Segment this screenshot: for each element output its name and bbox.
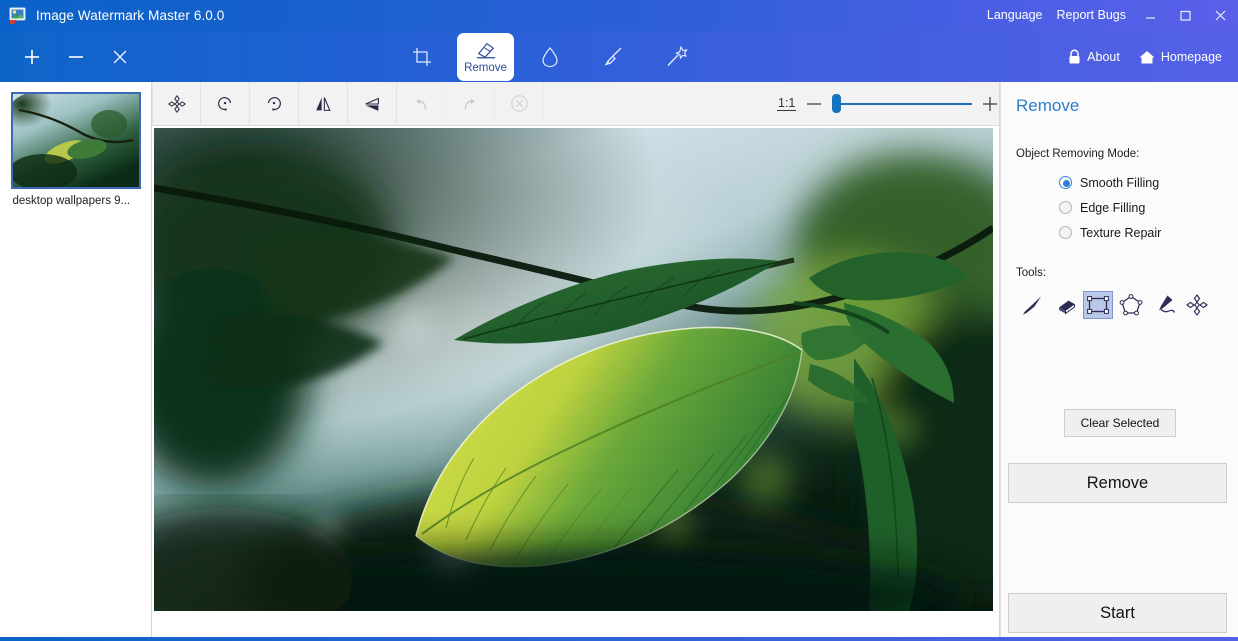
lock-icon (1069, 49, 1080, 63)
start-button[interactable]: Start (1008, 593, 1227, 633)
close-button[interactable] (1203, 0, 1238, 31)
app-photo-icon (9, 7, 27, 24)
main-body: desktop wallpapers 9... 1:1 Remove Objec… (0, 82, 1238, 637)
zoom-slider-handle[interactable] (832, 94, 842, 113)
main-toolbar: Remove About Homepage (0, 31, 1238, 82)
radio-texture-repair[interactable]: Texture Repair (1059, 220, 1224, 245)
clear-files-button[interactable] (109, 46, 131, 68)
tab-magic[interactable] (644, 31, 707, 82)
file-list-panel: desktop wallpapers 9... (0, 82, 152, 637)
rotate-left-button[interactable] (201, 82, 250, 125)
tab-remove-label: Remove (464, 61, 507, 74)
radio-indicator[interactable] (1059, 201, 1072, 214)
home-icon (1139, 50, 1155, 63)
flip-vertical-button[interactable] (348, 82, 397, 125)
about-label: About (1087, 49, 1120, 64)
tool-polygon[interactable] (1116, 291, 1146, 319)
tool-move[interactable] (1182, 291, 1212, 319)
status-bar (0, 637, 1238, 641)
object-removing-mode-group: Smooth Filling Edge Filling Texture Repa… (1059, 170, 1224, 245)
about-button[interactable]: About (1061, 49, 1126, 65)
mode-label: Object Removing Mode: (1016, 148, 1140, 160)
image-toolbar: 1:1 16% (152, 82, 1075, 126)
zoom-slider-track (832, 102, 973, 105)
tab-blur[interactable] (518, 31, 581, 82)
redo-button[interactable] (446, 82, 495, 125)
file-controls (0, 31, 152, 82)
zoom-out-button[interactable] (796, 82, 832, 125)
application-window: Image Watermark Master 6.0.0 Language Re… (0, 0, 1238, 641)
tools-label: Tools: (1016, 267, 1047, 279)
tool-rectangle[interactable] (1083, 291, 1113, 319)
tab-remove[interactable]: Remove (457, 32, 514, 81)
zoom-actual-size-button[interactable]: 1:1 (777, 96, 797, 111)
homepage-button[interactable]: Homepage (1132, 49, 1228, 65)
radio-indicator[interactable] (1059, 176, 1072, 189)
radio-label: Texture Repair (1080, 225, 1162, 240)
thumbnail-caption: desktop wallpapers 9... (12, 195, 131, 207)
radio-label: Smooth Filling (1080, 175, 1160, 190)
clear-selected-button[interactable]: Clear Selected (1064, 409, 1176, 437)
remove-file-button[interactable] (65, 46, 87, 68)
tool-eraser[interactable] (1050, 291, 1080, 319)
toolbar-right-links: About Homepage (1061, 31, 1228, 82)
editor-area: 1:1 16% (152, 82, 1075, 637)
tab-retouch[interactable] (581, 31, 644, 82)
report-bugs-link[interactable]: Report Bugs (1050, 0, 1133, 31)
image-canvas[interactable] (152, 126, 999, 637)
radio-smooth-filling[interactable]: Smooth Filling (1059, 170, 1224, 195)
language-menu[interactable]: Language (980, 0, 1050, 31)
list-item[interactable]: desktop wallpapers 9... (10, 92, 141, 207)
add-file-button[interactable] (21, 46, 43, 68)
panel-title: Remove (1016, 96, 1080, 115)
undo-button[interactable] (397, 82, 446, 125)
reset-button[interactable] (495, 82, 544, 125)
zoom-slider[interactable] (832, 82, 973, 125)
pan-tool-button[interactable] (152, 82, 201, 125)
tool-brush[interactable] (1017, 291, 1047, 319)
selection-tools-group (1017, 291, 1224, 319)
thumbnail-image[interactable] (10, 92, 141, 189)
editing-mode-tabs: Remove (390, 31, 707, 82)
radio-edge-filling[interactable]: Edge Filling (1059, 195, 1224, 220)
radio-indicator[interactable] (1059, 226, 1072, 239)
maximize-button[interactable] (1168, 0, 1203, 31)
tool-pen[interactable] (1149, 291, 1179, 319)
rotate-right-button[interactable] (250, 82, 299, 125)
homepage-label: Homepage (1160, 49, 1222, 64)
remove-button[interactable]: Remove (1008, 463, 1227, 503)
tab-crop[interactable] (390, 31, 453, 82)
radio-label: Edge Filling (1080, 200, 1146, 215)
title-bar: Image Watermark Master 6.0.0 Language Re… (0, 0, 1238, 31)
flip-horizontal-button[interactable] (299, 82, 348, 125)
photo-preview[interactable] (154, 128, 993, 611)
window-title: Image Watermark Master 6.0.0 (36, 8, 225, 23)
remove-settings-panel: Remove Object Removing Mode: Smooth Fill… (1000, 82, 1238, 637)
title-bar-right: Language Report Bugs (980, 0, 1238, 31)
minimize-button[interactable] (1133, 0, 1168, 31)
